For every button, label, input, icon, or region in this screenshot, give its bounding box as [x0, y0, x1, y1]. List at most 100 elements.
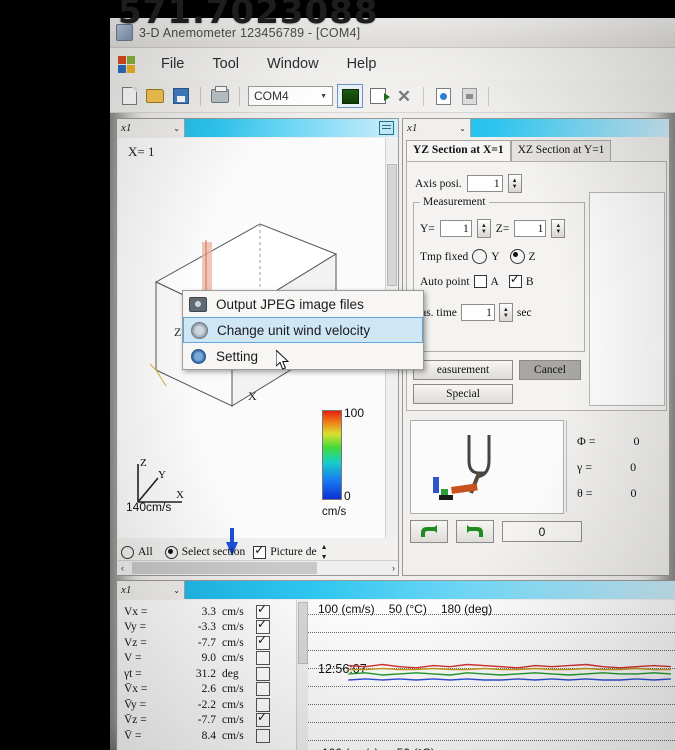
checkbox-picture[interactable] [253, 546, 266, 559]
stop-icon[interactable]: ✕ [393, 86, 415, 107]
open-folder-icon[interactable] [144, 86, 166, 107]
tmp-fixed-row: Tmp fixed Y Z [420, 249, 536, 264]
menu-window[interactable]: Window [253, 53, 333, 75]
colorbar-unit-label: cm/s [322, 506, 346, 518]
data-monitor-combo[interactable]: x1 ⌄ [117, 581, 185, 599]
menu-item-setting[interactable]: Setting [183, 343, 423, 369]
start-icon[interactable] [337, 84, 363, 108]
reading-label: Vz = [124, 637, 164, 649]
radio-select-section[interactable] [165, 546, 178, 559]
reading-unit: cm/s [222, 699, 256, 711]
control-panel-combo-value: x1 [407, 122, 417, 134]
chart-bottom-labels: -100 (cm/s) -50 (°C) [318, 746, 435, 750]
cancel-button[interactable]: Cancel [519, 360, 581, 380]
picture-stepper[interactable]: ▲▼ [321, 544, 332, 561]
measurement-settings-panel: Axis posi. 1 ▲▼ Measurement Y= 1 ▲▼ Z= 1 [406, 161, 667, 411]
reading-value: 31.2 [164, 668, 222, 680]
reading-checkbox[interactable] [256, 667, 270, 681]
menu-item-output-jpeg[interactable]: Output JPEG image files [183, 291, 423, 317]
tab-xz-section[interactable]: XZ Section at Y=1 [511, 140, 612, 162]
reading-checkbox[interactable] [256, 636, 270, 650]
scrollbar-thumb[interactable] [298, 602, 308, 664]
new-document-icon[interactable] [118, 86, 140, 107]
page-preview-icon[interactable] [458, 86, 480, 107]
chart-label-temp-min: -50 (°C) [393, 746, 435, 750]
restore-window-icon[interactable] [379, 121, 394, 135]
print-icon[interactable] [209, 86, 231, 107]
reading-checkbox[interactable] [256, 713, 270, 727]
angle-row: θ = 0 [577, 486, 637, 501]
meas-time-stepper[interactable]: ▲▼ [499, 303, 513, 322]
table-row: Vz =-7.7cm/s [124, 635, 296, 651]
reading-unit: cm/s [222, 637, 256, 649]
reading-checkbox[interactable] [256, 651, 270, 665]
measurement-y-input[interactable]: 1 [440, 220, 472, 237]
scrollbar-thumb[interactable] [387, 164, 397, 286]
radio-all-label: All [138, 546, 153, 558]
checkbox-auto-point-a[interactable] [474, 275, 487, 288]
svg-text:X: X [176, 489, 184, 501]
table-row: Vx =3.3cm/s [124, 604, 296, 620]
readings-scrollbar[interactable] [296, 600, 308, 750]
gear-icon [189, 347, 207, 365]
radio-tmp-fixed-z[interactable] [510, 249, 525, 264]
auto-point-a-label: A [491, 276, 499, 288]
measurement-z-stepper[interactable]: ▲▼ [551, 219, 565, 238]
reading-label: V̄y = [124, 699, 164, 711]
reading-checkbox[interactable] [256, 682, 270, 696]
save-disk-icon[interactable] [170, 86, 192, 107]
reading-unit: cm/s [222, 621, 256, 633]
step-value-field[interactable]: 0 [502, 521, 582, 542]
exit-icon[interactable] [367, 86, 389, 107]
probe-orientation-view[interactable] [410, 420, 564, 514]
page-setup-icon[interactable] [432, 86, 454, 107]
menu-item-change-unit-wind-velocity[interactable]: Change unit wind velocity [183, 317, 423, 343]
menu-file[interactable]: File [147, 53, 198, 75]
control-panel-title-bar: x1 ⌄ [403, 119, 669, 137]
angle-row: γ = 0 [577, 460, 636, 475]
reading-checkbox[interactable] [256, 729, 270, 743]
axis-position-stepper[interactable]: ▲▼ [508, 174, 522, 193]
menu-tool[interactable]: Tool [198, 53, 253, 75]
checkbox-auto-point-b[interactable] [509, 275, 522, 288]
measurement-yz-row: Y= 1 ▲▼ Z= 1 ▲▼ [420, 219, 565, 238]
meas-time-input[interactable]: 1 [461, 304, 495, 321]
tab-yz-section[interactable]: YZ Section at X=1 [406, 140, 511, 162]
measurement-z-input[interactable]: 1 [514, 220, 546, 237]
section-preview-area[interactable] [589, 192, 665, 406]
radio-tmp-fixed-y[interactable] [472, 249, 487, 264]
velocity-scale-label: 140cm/s [126, 500, 171, 514]
measurement-button[interactable]: easurement [413, 360, 513, 380]
measurement-y-stepper[interactable]: ▲▼ [477, 219, 491, 238]
svg-text:X: X [248, 389, 257, 403]
scroll-left-icon[interactable]: ‹ [121, 563, 124, 573]
scrollbar-thumb[interactable] [132, 562, 317, 574]
section-horizontal-scrollbar[interactable]: ‹ › [118, 560, 398, 575]
application-window: 3-D Anemometer 123456789 - [COM4] File T… [110, 18, 675, 750]
reading-unit: cm/s [222, 652, 256, 664]
navigation-row: 0 [410, 520, 582, 543]
timeseries-chart[interactable]: 100 (cm/s) 50 (°C) 180 (deg) 12:56:07 -1… [308, 600, 675, 750]
green-arrow-left-icon[interactable] [410, 520, 448, 543]
port-combo-value: COM4 [254, 89, 320, 103]
radio-all[interactable] [121, 546, 134, 559]
data-monitor-body: Vx =3.3cm/sVy =-3.3cm/sVz =-7.7cm/sV =9.… [118, 600, 675, 750]
menu-help[interactable]: Help [333, 53, 391, 75]
section-tabs: YZ Section at X=1 XZ Section at Y=1 [406, 140, 667, 162]
green-arrow-right-icon[interactable] [456, 520, 494, 543]
reading-value: -2.2 [164, 699, 222, 711]
control-panel-combo[interactable]: x1 ⌄ [403, 119, 471, 137]
port-combo[interactable]: COM4 ▼ [248, 86, 333, 106]
x-position-label: X= 1 [128, 144, 154, 160]
axis-position-input[interactable]: 1 [467, 175, 503, 192]
meas-time-row: eas. time 1 ▲▼ sec [416, 303, 532, 322]
section-view-combo[interactable]: x1 ⌄ [117, 119, 185, 137]
special-button[interactable]: Special [413, 384, 513, 404]
table-row: V̄x =2.6cm/s [124, 682, 296, 698]
chevron-down-icon: ▼ [320, 93, 332, 100]
velocity-colorbar [322, 410, 342, 500]
camera-icon [189, 295, 207, 313]
scroll-right-icon[interactable]: › [392, 563, 395, 573]
screenshot-root: 3-D Anemometer 123456789 - [COM4] File T… [0, 0, 675, 750]
table-row: V̄z =-7.7cm/s [124, 713, 296, 729]
